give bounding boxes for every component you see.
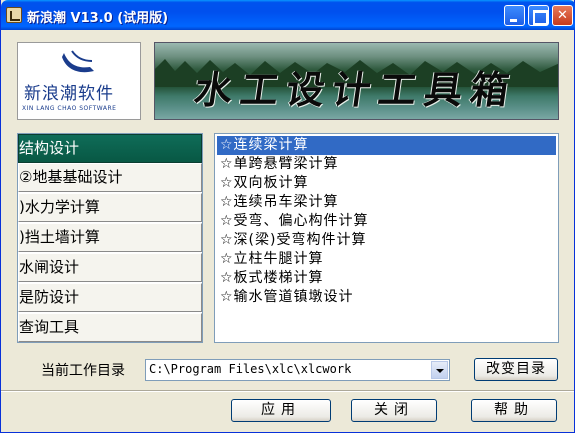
- list-item[interactable]: ☆连续梁计算: [217, 136, 556, 155]
- nav-item-hydraulics[interactable]: )水力学计算: [18, 193, 202, 222]
- close-window-button[interactable]: ✕: [552, 5, 573, 26]
- list-item[interactable]: ☆输水管道镇墩设计: [217, 288, 556, 307]
- working-directory-value: C:\Program Files\xlc\xlcwork: [149, 362, 352, 376]
- list-item[interactable]: ☆板式楼梯计算: [217, 269, 556, 288]
- app-icon: [6, 7, 22, 23]
- list-item[interactable]: ☆立柱牛腿计算: [217, 250, 556, 269]
- dropdown-arrow-icon[interactable]: [431, 361, 448, 379]
- nav-item-embankment[interactable]: 是防设计: [18, 283, 202, 312]
- change-directory-button[interactable]: 改变目录: [474, 358, 558, 381]
- minimize-button[interactable]: [504, 5, 525, 26]
- close-button[interactable]: 关闭: [351, 399, 437, 422]
- company-subtitle: XIN LANG CHAO SOFTWARE: [22, 105, 117, 112]
- list-item[interactable]: ☆受弯、偏心构件计算: [217, 212, 556, 231]
- list-item[interactable]: ☆双向板计算: [217, 174, 556, 193]
- company-name: 新浪潮软件: [24, 84, 114, 104]
- list-item[interactable]: ☆连续吊车梁计算: [217, 193, 556, 212]
- nav-item-query-tools[interactable]: 查询工具: [18, 313, 202, 342]
- wave-logo-icon: [62, 50, 94, 73]
- list-item[interactable]: ☆深(梁)受弯构件计算: [217, 231, 556, 250]
- header-banner: 水工设计工具箱: [154, 42, 559, 120]
- nav-item-sluice[interactable]: 水闸设计: [18, 253, 202, 282]
- window-title: 新浪潮 V13.0 (试用版): [27, 11, 169, 26]
- working-directory-label: 当前工作目录: [41, 363, 125, 379]
- list-item[interactable]: ☆单跨悬臂梁计算: [217, 155, 556, 174]
- footer-divider: [1, 390, 574, 392]
- banner-title: 水工设计工具箱: [191, 67, 520, 112]
- maximize-button[interactable]: [528, 5, 549, 26]
- help-button[interactable]: 帮助: [471, 399, 557, 422]
- title-bar[interactable]: 新浪潮 V13.0 (试用版) ✕: [1, 0, 575, 30]
- main-window: 新浪潮 V13.0 (试用版) ✕ 新浪潮软件 XIN LANG CHAO SO…: [0, 0, 575, 433]
- company-logo: 新浪潮软件 XIN LANG CHAO SOFTWARE: [17, 42, 141, 120]
- category-nav: 结构设计 ②地基基础设计 )水力学计算 )挡土墙计算 水闸设计 是防设计 查询工…: [17, 133, 203, 343]
- nav-item-structure[interactable]: 结构设计: [18, 134, 202, 163]
- nav-item-foundation[interactable]: ②地基基础设计: [18, 163, 202, 192]
- working-directory-select[interactable]: C:\Program Files\xlc\xlcwork: [145, 359, 450, 381]
- apply-button[interactable]: 应用: [231, 399, 331, 422]
- calculation-list: ☆连续梁计算 ☆单跨悬臂梁计算 ☆双向板计算 ☆连续吊车梁计算 ☆受弯、偏心构件…: [214, 133, 559, 343]
- nav-item-retaining-wall[interactable]: )挡土墙计算: [18, 223, 202, 252]
